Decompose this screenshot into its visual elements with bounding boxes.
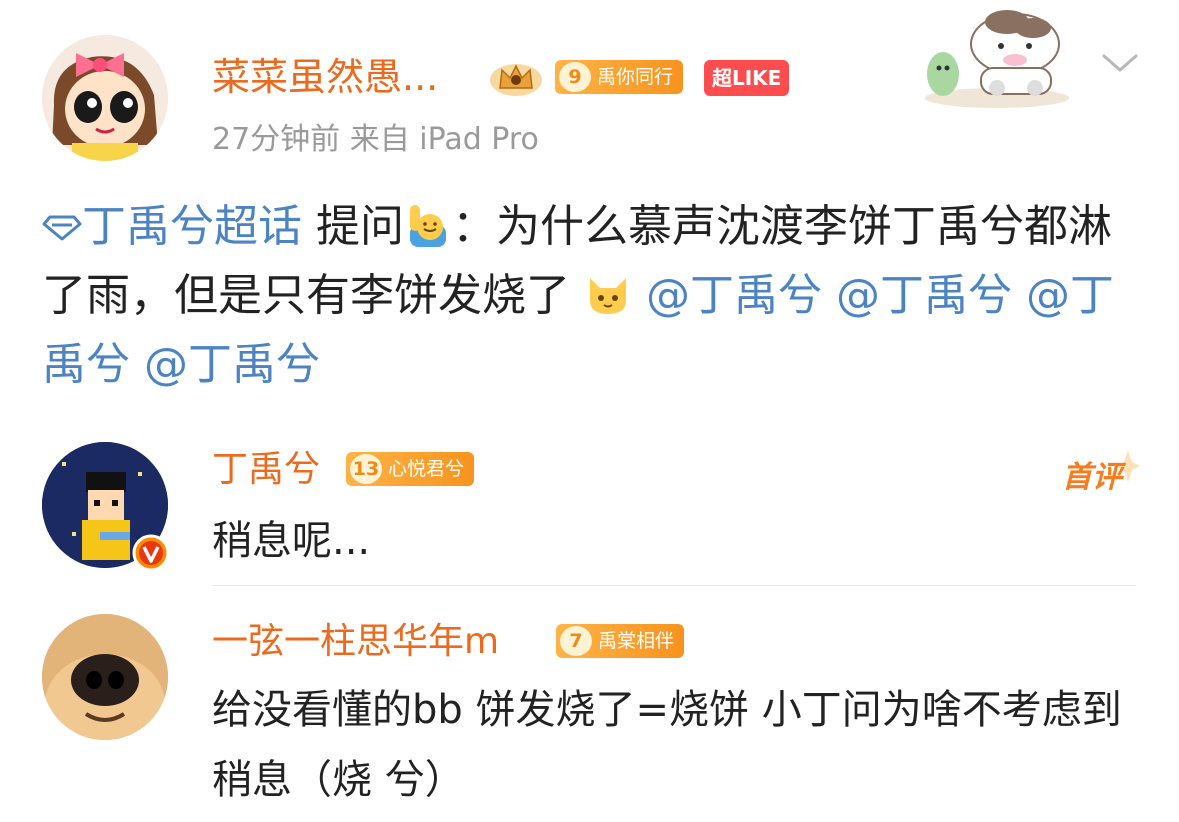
comment-text: 稍息呢... <box>212 518 371 564</box>
post-body: 丁禹兮超话 提问 ：为什么慕声沈渡李饼丁禹兮都淋了雨，但是只有李饼发烧了 @丁禹兮… <box>42 192 1142 399</box>
dog-avatar-image <box>42 614 168 740</box>
topic-name: 丁禹兮超话 <box>82 201 302 252</box>
fan-badge-title: 禹你同行 <box>597 66 674 88</box>
super-like-badge[interactable]: 超LIKE <box>704 60 790 96</box>
mention-link[interactable]: @丁禹兮 <box>836 270 1012 321</box>
diamond-topic-icon <box>42 215 82 241</box>
post-text-part-1: 提问 <box>302 201 404 252</box>
first-comment-label: 首评 <box>1062 460 1122 495</box>
fan-level-badge[interactable]: 13 心悦君兮 <box>346 452 475 486</box>
raising-hand-emoji <box>410 205 446 247</box>
chevron-down-icon[interactable] <box>1100 48 1140 78</box>
comment-author-name[interactable]: 丁禹兮 <box>212 446 320 494</box>
comment-text: 给没看懂的bb 饼发烧了=烧饼 小丁问为啥不考虑到稍息（烧 兮） <box>212 687 1122 803</box>
fan-level-number: 13 <box>350 454 382 484</box>
fan-level-number: 9 <box>559 62 591 92</box>
verified-v-icon <box>132 534 170 572</box>
fan-level-badge[interactable]: 7 禹棠相伴 <box>556 624 685 658</box>
crown-badge-icon[interactable] <box>488 58 544 98</box>
comment-author-avatar[interactable] <box>42 614 168 740</box>
topic-link[interactable]: 丁禹兮超话 <box>42 201 302 252</box>
first-comment-tag: 首评 <box>1060 448 1140 495</box>
cat-emoji <box>590 278 626 314</box>
cow-sticker-decoration <box>925 10 1069 108</box>
post-author-name[interactable]: 菜菜虽然愚... <box>212 52 438 102</box>
mention-link[interactable]: @丁禹兮 <box>646 270 822 321</box>
fan-badge-title: 禹棠相伴 <box>598 630 675 652</box>
cartoon-girl-avatar-image <box>42 35 168 161</box>
fan-level-badge[interactable]: 9 禹你同行 <box>555 60 684 94</box>
fan-level-number: 7 <box>560 626 592 656</box>
post-meta: 27分钟前 来自 iPad Pro <box>212 122 539 157</box>
fan-badge-title: 心悦君兮 <box>388 458 465 480</box>
mention-link[interactable]: @丁禹兮 <box>144 339 320 390</box>
comment-author-name[interactable]: 一弦一柱思华年m <box>212 618 499 666</box>
post-author-avatar[interactable] <box>42 35 168 161</box>
comment-divider <box>212 585 1136 586</box>
